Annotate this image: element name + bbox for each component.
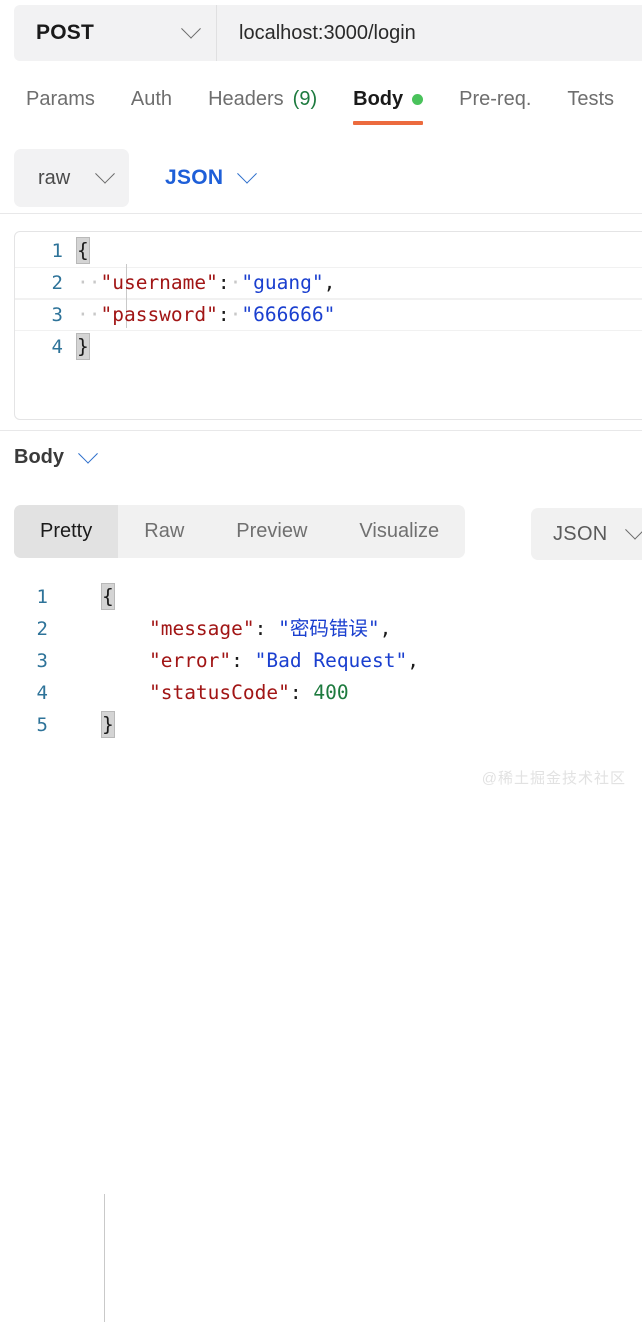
- whitespace-dot: ··: [77, 271, 100, 294]
- code-line-content: "error": "Bad Request",: [102, 645, 419, 677]
- request-url-bar: POST localhost:3000/login: [14, 5, 642, 61]
- json-string-value: "Bad Request": [255, 649, 408, 672]
- url-input[interactable]: localhost:3000/login: [217, 5, 642, 61]
- json-key: "message": [149, 617, 255, 640]
- code-line: 1 {: [15, 235, 642, 267]
- whitespace-dot: ·: [230, 303, 242, 326]
- code-line: 2 "message": "密码错误",: [0, 613, 642, 645]
- response-format-label: JSON: [553, 523, 608, 546]
- brace-open-highlight: {: [102, 584, 114, 609]
- code-line: 3 ··"password":·"666666": [15, 299, 642, 331]
- active-tab-underline: [353, 121, 423, 125]
- brace-close-highlight: }: [102, 712, 114, 737]
- http-method-select[interactable]: POST: [14, 5, 217, 61]
- request-tabs: Params Auth Headers (9) Body Pre-req. Te…: [0, 88, 642, 136]
- json-number-value: 400: [313, 681, 348, 704]
- json-key: "password": [100, 303, 217, 326]
- brace-close-highlight: }: [77, 334, 89, 359]
- line-number: 3: [0, 645, 62, 677]
- response-view-tabs: Pretty Raw Preview Visualize: [14, 505, 465, 558]
- body-type-divider: [0, 213, 642, 214]
- line-number: 4: [15, 331, 77, 363]
- tab-auth-label: Auth: [131, 88, 172, 111]
- code-line-content: {: [77, 235, 89, 267]
- whitespace-dot: ··: [77, 303, 100, 326]
- indent-guide: [104, 1194, 105, 1322]
- response-tab-preview-label: Preview: [236, 520, 307, 543]
- tab-tests[interactable]: Tests: [567, 88, 614, 125]
- code-line-content: }: [102, 709, 114, 741]
- response-tab-raw-label: Raw: [144, 520, 184, 543]
- response-tab-pretty[interactable]: Pretty: [14, 505, 118, 558]
- tab-auth[interactable]: Auth: [131, 88, 172, 125]
- json-key: "error": [149, 649, 231, 672]
- code-line-content: "statusCode": 400: [102, 677, 349, 709]
- response-body-label: Body: [14, 446, 64, 469]
- response-body-section-toggle[interactable]: Body: [14, 446, 95, 469]
- code-line: 5 }: [0, 709, 642, 741]
- response-format-select[interactable]: JSON: [531, 508, 642, 560]
- json-string-value: "guang": [241, 271, 323, 294]
- code-line: 1 {: [0, 581, 642, 613]
- tab-pre-request[interactable]: Pre-req.: [459, 88, 531, 125]
- code-line-content: ··"username":·"guang",: [77, 267, 335, 299]
- json-key: "statusCode": [149, 681, 290, 704]
- tab-body-label: Body: [353, 88, 403, 111]
- tab-body[interactable]: Body: [353, 88, 423, 125]
- chevron-down-icon: [181, 19, 201, 39]
- json-key: "username": [100, 271, 217, 294]
- response-body-viewer[interactable]: 1 { 2 "message": "密码错误", 3 "error": "Bad…: [0, 581, 642, 741]
- line-number: 3: [15, 299, 77, 331]
- response-tab-visualize[interactable]: Visualize: [333, 505, 465, 558]
- watermark: @稀土掘金技术社区: [482, 767, 626, 788]
- tab-headers[interactable]: Headers (9): [208, 88, 317, 125]
- body-type-select[interactable]: raw: [14, 149, 129, 207]
- http-method-label: POST: [36, 21, 94, 45]
- brace-open-highlight: {: [77, 238, 89, 263]
- line-number: 1: [0, 581, 62, 613]
- code-line: 4 }: [15, 331, 642, 363]
- code-line-content: ··"password":·"666666": [77, 299, 335, 331]
- whitespace-dot: ·: [230, 271, 242, 294]
- line-number: 4: [0, 677, 62, 709]
- body-format-select[interactable]: JSON: [165, 166, 254, 190]
- tab-params[interactable]: Params: [26, 88, 95, 125]
- code-line-content: }: [77, 331, 89, 363]
- tab-tests-label: Tests: [567, 88, 614, 111]
- tab-pre-request-label: Pre-req.: [459, 88, 531, 111]
- body-present-dot-icon: [412, 94, 423, 105]
- headers-count-badge: (9): [293, 88, 317, 111]
- code-line-content: "message": "密码错误",: [102, 613, 391, 645]
- response-code-area[interactable]: 1 { 2 "message": "密码错误", 3 "error": "Bad…: [0, 581, 642, 741]
- body-type-label: raw: [38, 167, 70, 190]
- line-number: 2: [15, 267, 77, 299]
- response-tab-pretty-label: Pretty: [40, 520, 92, 543]
- chevron-down-icon: [78, 443, 98, 463]
- chevron-down-icon: [95, 164, 115, 184]
- code-line-content: {: [102, 581, 114, 613]
- code-line: 3 "error": "Bad Request",: [0, 645, 642, 677]
- response-tab-raw[interactable]: Raw: [118, 505, 210, 558]
- tab-params-label: Params: [26, 88, 95, 111]
- line-number: 2: [0, 613, 62, 645]
- body-format-label: JSON: [165, 166, 223, 190]
- line-number: 1: [15, 235, 77, 267]
- request-body-editor[interactable]: 1 { 2 ··"username":·"guang", 3 ··"passwo…: [14, 231, 642, 420]
- json-string-value: "密码错误": [278, 617, 379, 640]
- code-line: 4 "statusCode": 400: [0, 677, 642, 709]
- chevron-down-icon: [237, 164, 257, 184]
- tab-headers-label: Headers: [208, 88, 284, 111]
- response-tab-visualize-label: Visualize: [359, 520, 439, 543]
- line-number: 5: [0, 709, 62, 741]
- request-code-area[interactable]: 1 { 2 ··"username":·"guang", 3 ··"passwo…: [15, 232, 642, 363]
- chevron-down-icon: [625, 520, 642, 540]
- response-tab-preview[interactable]: Preview: [210, 505, 333, 558]
- code-line: 2 ··"username":·"guang",: [15, 267, 642, 299]
- json-string-value: "666666": [241, 303, 335, 326]
- body-type-row: raw JSON: [0, 148, 642, 208]
- response-divider: [0, 430, 642, 431]
